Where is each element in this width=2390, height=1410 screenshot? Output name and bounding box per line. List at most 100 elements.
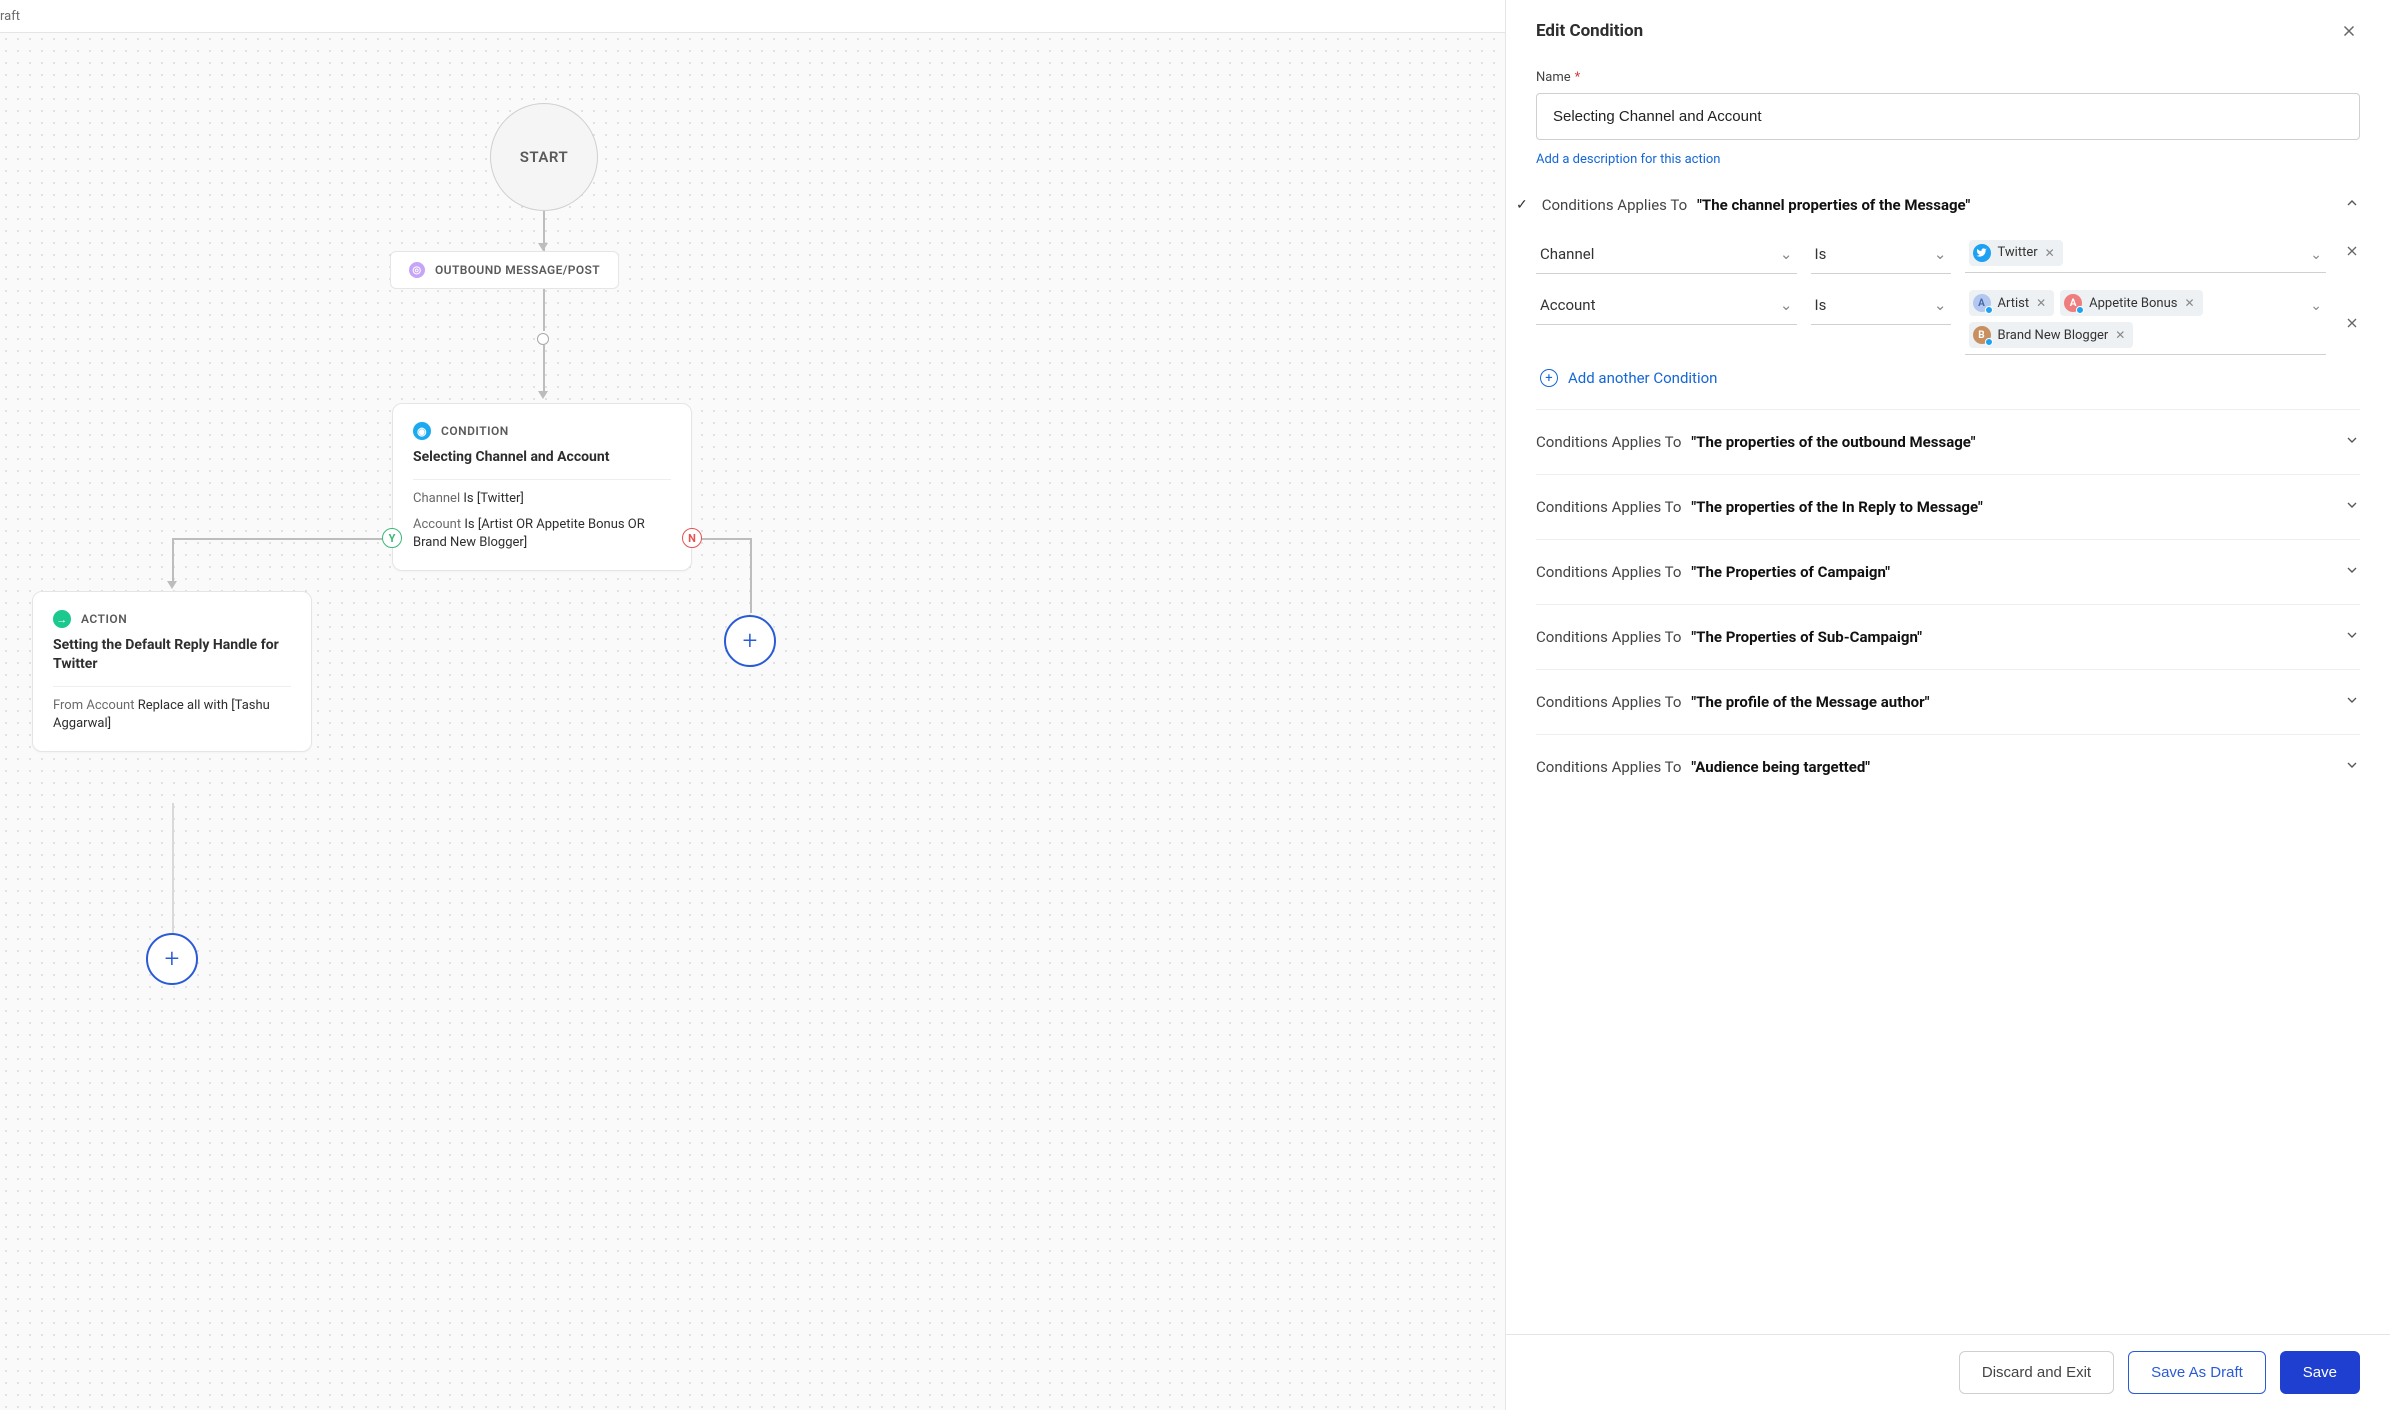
avatar-icon: A: [2064, 294, 2082, 312]
section-prefix: Conditions Applies To: [1536, 758, 1681, 776]
chip-appetite-bonus[interactable]: A Appetite Bonus ✕: [2060, 290, 2202, 316]
condition-type-label: CONDITION: [441, 424, 509, 438]
workflow-canvas[interactable]: START ◎ OUTBOUND MESSAGE/POST ◉ CONDITIO…: [0, 32, 1505, 1410]
close-icon: [2340, 22, 2358, 40]
section-prefix: Conditions Applies To: [1542, 196, 1687, 214]
chip-remove-icon[interactable]: ✕: [2184, 296, 2194, 310]
avatar-icon: A: [1973, 294, 1991, 312]
plus-circle-icon: +: [1540, 369, 1558, 387]
section-prefix: Conditions Applies To: [1536, 693, 1681, 711]
chevron-down-icon: ⌄: [1780, 296, 1793, 314]
section-campaign[interactable]: Conditions Applies To "The Properties of…: [1536, 562, 2360, 582]
chip-remove-icon[interactable]: ✕: [2115, 328, 2125, 342]
section-title: "The Properties of Campaign": [1691, 563, 1890, 581]
chip-remove-icon[interactable]: ✕: [2036, 296, 2046, 310]
outbound-icon: ◎: [409, 262, 425, 278]
section-title: "The properties of the In Reply to Messa…: [1691, 498, 1982, 516]
chevron-down-icon: [2344, 692, 2360, 712]
action-title: Setting the Default Reply Handle for Twi…: [53, 636, 291, 674]
add-branch-button-no[interactable]: +: [724, 615, 776, 667]
chip-label: Appetite Bonus: [2089, 296, 2177, 311]
add-step-button[interactable]: +: [146, 933, 198, 985]
edit-condition-panel: Edit Condition Name * Add a description …: [1505, 0, 2390, 1410]
delete-row-button-1[interactable]: [2340, 237, 2360, 263]
value-chips-channel[interactable]: Twitter ✕ ⌄: [1965, 237, 2327, 273]
chip-label: Artist: [1998, 296, 2030, 311]
value-chips-account[interactable]: A Artist ✕ A Ap: [1965, 288, 2327, 355]
section-title: "Audience being targetted": [1691, 758, 1870, 776]
condition-node[interactable]: ◉ CONDITION Selecting Channel and Accoun…: [392, 403, 692, 571]
section-title-expanded: "The channel properties of the Message": [1697, 196, 1970, 214]
cond-value-1: Is [Twitter]: [463, 491, 524, 506]
cond-field-2: Account: [413, 517, 461, 532]
check-icon: ✓: [1516, 197, 1528, 213]
delete-row-button-2[interactable]: [2340, 309, 2360, 335]
discard-button[interactable]: Discard and Exit: [1959, 1351, 2114, 1394]
add-condition-button[interactable]: + Add another Condition: [1540, 369, 2360, 387]
operator-select-2[interactable]: Is ⌄: [1811, 288, 1951, 325]
condition-title: Selecting Channel and Account: [413, 448, 671, 467]
action-icon: →: [53, 610, 71, 628]
section-title: "The Properties of Sub-Campaign": [1691, 628, 1922, 646]
field-select-account[interactable]: Account ⌄: [1536, 288, 1797, 325]
chip-remove-icon[interactable]: ✕: [2045, 246, 2055, 260]
chevron-down-icon: ⌄: [2310, 247, 2322, 263]
start-node[interactable]: START: [490, 103, 598, 211]
avatar-icon: B: [1973, 326, 1991, 344]
chip-twitter[interactable]: Twitter ✕: [1969, 240, 2063, 266]
twitter-icon: [1973, 244, 1991, 262]
chevron-down-icon: [2344, 627, 2360, 647]
breadcrumb-fragment: raft: [0, 9, 20, 24]
action-type-label: ACTION: [81, 612, 127, 626]
field-select-channel[interactable]: Channel ⌄: [1536, 237, 1797, 274]
section-in-reply-to[interactable]: Conditions Applies To "The properties of…: [1536, 497, 2360, 517]
close-icon: [2344, 243, 2360, 259]
operator-value: Is: [1815, 245, 1827, 263]
condition-icon: ◉: [413, 422, 431, 440]
section-outbound-message[interactable]: Conditions Applies To "The properties of…: [1536, 432, 2360, 452]
save-draft-button[interactable]: Save As Draft: [2128, 1351, 2266, 1394]
section-title: "The profile of the Message author": [1691, 693, 1929, 711]
act-field-1: From Account: [53, 698, 134, 713]
yes-badge: Y: [382, 528, 402, 548]
chip-label: Brand New Blogger: [1998, 328, 2109, 343]
no-badge: N: [682, 528, 702, 548]
section-audience[interactable]: Conditions Applies To "Audience being ta…: [1536, 757, 2360, 777]
section-channel-properties[interactable]: ✓ Conditions Applies To "The channel pro…: [1536, 195, 2360, 215]
outbound-message-node[interactable]: ◎ OUTBOUND MESSAGE/POST: [390, 251, 619, 289]
chevron-down-icon: ⌄: [1934, 245, 1947, 263]
chevron-down-icon: [2344, 562, 2360, 582]
cond-field-1: Channel: [413, 491, 460, 506]
chevron-down-icon: ⌄: [2310, 298, 2322, 314]
close-icon: [2344, 315, 2360, 331]
panel-title: Edit Condition: [1536, 21, 1643, 41]
add-description-link[interactable]: Add a description for this action: [1536, 152, 1720, 167]
section-prefix: Conditions Applies To: [1536, 628, 1681, 646]
field-select-value: Account: [1540, 296, 1596, 314]
chip-label: Twitter: [1998, 245, 2038, 260]
start-label: START: [520, 148, 568, 166]
chip-artist[interactable]: A Artist ✕: [1969, 290, 2055, 316]
required-indicator: *: [1575, 70, 1581, 85]
field-select-value: Channel: [1540, 245, 1594, 263]
section-message-author[interactable]: Conditions Applies To "The profile of th…: [1536, 692, 2360, 712]
chip-brand-new-blogger[interactable]: B Brand New Blogger ✕: [1969, 322, 2134, 348]
chevron-up-icon: [2344, 195, 2360, 215]
section-sub-campaign[interactable]: Conditions Applies To "The Properties of…: [1536, 627, 2360, 647]
close-panel-button[interactable]: [2338, 20, 2360, 42]
section-prefix: Conditions Applies To: [1536, 563, 1681, 581]
action-node[interactable]: → ACTION Setting the Default Reply Handl…: [32, 591, 312, 752]
operator-value: Is: [1815, 296, 1827, 314]
chevron-down-icon: [2344, 432, 2360, 452]
outbound-label: OUTBOUND MESSAGE/POST: [435, 263, 600, 277]
name-label: Name: [1536, 70, 1571, 85]
chevron-down-icon: [2344, 757, 2360, 777]
chevron-down-icon: ⌄: [1934, 296, 1947, 314]
operator-select-1[interactable]: Is ⌄: [1811, 237, 1951, 274]
section-prefix: Conditions Applies To: [1536, 433, 1681, 451]
add-condition-label: Add another Condition: [1568, 369, 1717, 387]
save-button[interactable]: Save: [2280, 1351, 2360, 1394]
chevron-down-icon: ⌄: [1780, 245, 1793, 263]
chevron-down-icon: [2344, 497, 2360, 517]
condition-name-input[interactable]: [1536, 93, 2360, 140]
